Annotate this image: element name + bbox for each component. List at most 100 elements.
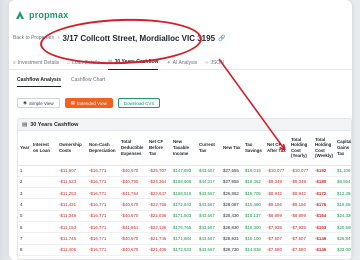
tab-investment-details[interactable]: ≡ Investment Details [13, 56, 59, 70]
table-cell: $147,893 [171, 165, 197, 177]
tab-label: Investment Details [17, 59, 60, 66]
table-cell: -$11,623 [57, 176, 87, 189]
table-cell: $1,106 [335, 165, 351, 177]
table-cell: -$16,771 [87, 255, 119, 259]
subtab-cashflow-analysis[interactable]: Cashflow Analysis [17, 77, 61, 87]
table-cell: -$40,670 [119, 244, 147, 256]
table-cell: -$40,670 [119, 165, 147, 177]
table-cell: -$8,899 [265, 210, 289, 222]
table-cell: -$10,077 [289, 165, 313, 177]
table-cell: -$40,790 [119, 176, 147, 189]
table-cell: -$21,406 [147, 244, 171, 256]
table-cell: $28,430 [221, 210, 243, 222]
table-cell: -$8,942 [265, 187, 289, 200]
table-cell: -$11,431 [57, 198, 87, 211]
table-row: 6 -$11,153 -$16,771 -$41,861 -$22,126 $176,76… [18, 221, 351, 234]
cell-interest-on-loan [31, 255, 57, 259]
table-cell: -$16,771 [87, 176, 119, 189]
column-header: Total Holding Cost (Weekly) [313, 131, 335, 166]
download-csv-button[interactable]: Download CVS [117, 98, 161, 108]
cell-year: 3 [18, 187, 31, 200]
table-cell: -$9,156 [289, 198, 313, 211]
extended-view-button[interactable]: ▦ Extended View [64, 98, 113, 108]
table-cell: $28,087 [221, 198, 243, 211]
table-cell: $43,567 [197, 232, 221, 245]
table-cell: $28,931 [221, 232, 243, 245]
cell-interest-on-loan [31, 221, 57, 234]
table-cell: -$11,745 [57, 232, 87, 245]
table-cell: -$40,670 [119, 255, 147, 259]
column-header: Year [18, 131, 31, 166]
table-cell: -$11,253 [57, 187, 87, 200]
column-header: Net CF After Tax [265, 131, 289, 166]
brand-name[interactable]: propmax [29, 10, 68, 20]
table-cell: $15,300 [243, 221, 265, 234]
table-cell: -$153 [313, 221, 335, 234]
table-cell: $12,394 [335, 187, 351, 200]
table-cell: -$11,507 [57, 165, 87, 177]
cashflow-table-panel: ▤ 30 Years Cashflow Year Interest on Loan… [17, 118, 352, 260]
table-cell: -$11,349 [57, 210, 87, 222]
table-cell: $172,643 [171, 198, 197, 211]
column-header: Tax Savings [243, 131, 265, 166]
table-cell: -$7,607 [289, 232, 313, 245]
link-icon[interactable]: 🔗 [218, 35, 225, 42]
propmax-logo-icon[interactable] [15, 10, 25, 20]
table-cell: -$16,771 [87, 198, 119, 211]
table-cell: -$7,607 [265, 232, 289, 245]
table-cell: -$22,766 [147, 198, 171, 211]
table-row: 9 -$11,113-$16,771-$40,670-$21,113$172,99… [18, 255, 351, 259]
sub-tabs: Cashflow Analysis Cashflow Chart [17, 77, 105, 87]
table-cell: $16,015 [243, 165, 265, 177]
table-cell: $171,884 [171, 232, 197, 245]
view-toolbar: ◉ Simple View ▦ Extended View Download C… [17, 98, 161, 108]
table-cell: -$9,156 [265, 198, 289, 211]
table-cell: -$40,670 [119, 210, 147, 222]
table-cell: $14,687 [243, 255, 265, 259]
table-cell: -$7,580 [289, 244, 313, 256]
simple-view-button[interactable]: ◉ Simple View [17, 98, 60, 108]
table-row: 3 -$11,253 -$16,771 -$41,764 -$23,647 $168,51… [18, 187, 351, 200]
table-cell: $16,554 [335, 198, 351, 211]
table-cell: -$164 [313, 210, 335, 222]
table-cell: -$25,707 [147, 165, 171, 177]
column-header: Ownership Costs [57, 131, 87, 166]
calendar-icon: ▤ [22, 121, 28, 128]
table-cell: -$7,580 [265, 244, 289, 256]
table-cell: $8,594 [335, 176, 351, 189]
subtab-cashflow-chart[interactable]: Cashflow Chart [71, 77, 105, 87]
table-cell: -$180 [313, 176, 335, 189]
table-cell: -$41,861 [119, 221, 147, 234]
code-icon: ‹› [205, 59, 209, 66]
cell-year: 8 [18, 244, 31, 256]
grid-icon: ▦ [70, 100, 75, 105]
cell-year: 2 [18, 176, 31, 189]
cell-year: 9 [18, 255, 31, 259]
table-cell: -$146 [313, 244, 335, 256]
table-cell: -$172 [313, 187, 335, 200]
table-cell: $20,569 [335, 221, 351, 234]
table-cell: $28,830 [221, 221, 243, 234]
table-cell: -$146 [313, 232, 335, 245]
table-cell: $26,862 [221, 187, 243, 200]
table-cell: $176,765 [171, 221, 197, 234]
button-label: Download CVS [123, 100, 155, 106]
cell-year: 5 [18, 210, 31, 222]
column-header: Interest on Loan [31, 131, 57, 166]
tab-label: AI Analysis [172, 59, 198, 66]
column-header: New Tax [221, 131, 243, 166]
cell-interest-on-loan [31, 210, 57, 222]
cashflow-table: Year Interest on Loan Ownership Costs Non-C… [18, 131, 351, 259]
table-cell: $16,705 [243, 187, 265, 200]
table-row: 4 -$11,431 -$16,771 -$40,670 -$22,766 $172,64… [18, 198, 351, 211]
table-cell: -$7,426 [265, 255, 289, 259]
table-cell: -$7,426 [289, 255, 313, 259]
table-cell: $43,567 [197, 198, 221, 211]
table-cell: -$16,771 [87, 210, 119, 222]
button-label: Extended View [76, 100, 107, 106]
column-header: New Taxable Income [171, 131, 197, 166]
tab-json[interactable]: ‹› JSON [205, 56, 224, 70]
table-cell: $15,480 [243, 198, 265, 211]
table-cell: $43,567 [197, 165, 221, 177]
table-cell: -$8,899 [289, 210, 313, 222]
